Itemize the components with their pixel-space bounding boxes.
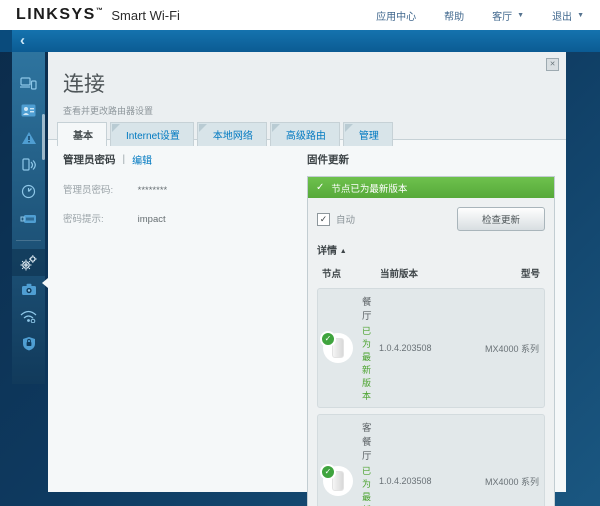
back-chevron-icon[interactable]: ‹ xyxy=(20,31,25,51)
top-header: LINKSYS™ Smart Wi-Fi 应用中心 帮助 客厅 ▼ 退出 ▼ xyxy=(0,0,600,30)
band-corner xyxy=(0,30,12,52)
settings-panel: ✕ 连接 查看并更改路由器设置 基本 Internet设置 本地网络 高级路由 … xyxy=(42,52,566,506)
firmware-heading: 固件更新 xyxy=(307,154,349,166)
node-version: 1.0.4.203508 xyxy=(379,343,432,353)
tab-local-network[interactable]: 本地网络 xyxy=(196,122,267,146)
sidebar-item-external-storage[interactable] xyxy=(12,205,45,232)
tab-advanced-routing[interactable]: 高级路由 xyxy=(269,122,340,146)
chevron-up-icon: ▲ xyxy=(339,248,347,255)
tab-bar: 基本 Internet设置 本地网络 高级路由 管理 xyxy=(57,122,396,146)
guest-access-icon xyxy=(21,157,36,172)
header-nav: 应用中心 帮助 客厅 ▼ 退出 ▼ xyxy=(376,8,584,23)
node-model: MX4000 系列 xyxy=(484,343,539,354)
col-model: 型号 xyxy=(520,269,540,280)
sidebar-item-wireless[interactable] xyxy=(12,303,45,330)
tab-administration[interactable]: 管理 xyxy=(342,122,393,146)
sidebar-item-speed-test[interactable] xyxy=(12,178,45,205)
node-thumbnail: ✓ xyxy=(320,331,353,363)
auto-update-checkbox[interactable]: ✓ xyxy=(317,212,330,226)
firmware-status-text: 节点已为最新版本 xyxy=(331,183,408,195)
firmware-status-banner: ✓ 节点已为最新版本 xyxy=(308,177,554,198)
check-icon: ✓ xyxy=(316,182,325,193)
devices-icon xyxy=(20,76,37,91)
col-version: 当前版本 xyxy=(380,269,419,280)
sidebar xyxy=(12,52,45,384)
page-title: 连接 xyxy=(63,73,105,96)
sidebar-item-guest-access[interactable] xyxy=(12,151,45,178)
node-status: 已为最新版本 xyxy=(362,466,372,506)
sidebar-item-devices[interactable] xyxy=(12,70,45,97)
firmware-box: ✓ 节点已为最新版本 ✓ 自动 检查更新 详情 ▲ 节点 当前版本 型号 ✓ 餐… xyxy=(307,176,555,506)
nav-network-selector[interactable]: 客厅 ▼ xyxy=(492,8,524,23)
node-table-header: 节点 当前版本 型号 xyxy=(317,264,545,282)
sidebar-divider xyxy=(16,240,41,241)
tab-basic[interactable]: 基本 xyxy=(57,122,107,146)
app-root: LINKSYS™ Smart Wi-Fi 应用中心 帮助 客厅▼ 退出▼ ‹ xyxy=(0,0,600,506)
password-hint-row: 密码提示: impact xyxy=(63,211,307,225)
chevron-down-icon: ▼ xyxy=(577,11,584,19)
panel-header: 连接 查看并更改路由器设置 xyxy=(48,52,566,117)
chevron-down-icon: ▼ xyxy=(517,11,525,19)
node-model: MX4000 系列 xyxy=(484,476,539,487)
table-row: ✓ 餐厅已为最新版本 1.0.4.203508 MX4000 系列 xyxy=(317,288,545,408)
node-thumbnail: ✓ xyxy=(320,464,353,496)
linksys-logo: LINKSYS™ xyxy=(16,6,105,23)
parental-controls-icon xyxy=(21,104,36,117)
sub-header-band: ‹ xyxy=(0,30,600,52)
node-status: 已为最新版本 xyxy=(362,326,372,401)
nav-help[interactable]: 帮助 xyxy=(444,8,464,23)
node-name: 客餐厅 xyxy=(362,423,372,462)
password-hint-label: 密码提示: xyxy=(63,214,104,225)
speed-test-icon xyxy=(21,184,36,199)
tab-content: 管理员密码 | 编辑 管理员密码: ******** 密码提示: impact … xyxy=(48,139,566,506)
up-to-date-badge-icon: ✓ xyxy=(320,464,336,480)
heading-separator: | xyxy=(122,154,126,165)
table-row: ✓ 客餐厅已为最新版本 1.0.4.203508 MX4000 系列 xyxy=(317,414,545,506)
password-hint-value: impact xyxy=(137,214,166,225)
nav-app-center[interactable]: 应用中心 xyxy=(376,8,416,23)
right-column: 固件更新 ✓ 节点已为最新版本 ✓ 自动 检查更新 详情 ▲ 节点 当前版本 型… xyxy=(307,152,555,506)
up-to-date-badge-icon: ✓ xyxy=(320,331,336,347)
sidebar-item-parental-controls[interactable] xyxy=(12,97,45,124)
sidebar-item-settings[interactable] xyxy=(12,249,45,276)
nav-logout[interactable]: 退出 ▼ xyxy=(552,8,584,23)
col-node: 节点 xyxy=(322,269,342,280)
edit-link[interactable]: 编辑 xyxy=(132,152,152,167)
admin-password-row: 管理员密码: ******** xyxy=(63,182,307,196)
usb-storage-icon xyxy=(20,214,37,224)
sidebar-item-security[interactable] xyxy=(12,330,45,357)
tab-internet-settings[interactable]: Internet设置 xyxy=(110,122,194,146)
page-subtitle: 查看并更改路由器设置 xyxy=(63,106,154,116)
settings-gears-icon xyxy=(20,254,37,271)
auto-update-label: 自动 xyxy=(336,215,356,226)
node-version: 1.0.4.203508 xyxy=(379,476,432,486)
admin-password-label: 管理员密码: xyxy=(63,185,114,196)
admin-password-heading: 管理员密码 xyxy=(63,154,116,166)
sidebar-item-priority[interactable] xyxy=(12,124,45,151)
sidebar-item-troubleshooting[interactable] xyxy=(12,276,45,303)
close-icon[interactable]: ✕ xyxy=(546,58,559,71)
wifi-icon xyxy=(20,310,37,323)
product-name: Smart Wi-Fi xyxy=(111,7,180,23)
sidebar-scrollbar[interactable] xyxy=(42,114,45,160)
firmware-body: ✓ 自动 检查更新 详情 ▲ 节点 当前版本 型号 ✓ 餐厅 已为最新版本 1.… xyxy=(308,198,554,506)
node-name: 餐厅 xyxy=(362,297,372,322)
admin-password-section: 管理员密码 | 编辑 管理员密码: ******** 密码提示: impact xyxy=(63,152,307,492)
check-updates-button[interactable]: 检查更新 xyxy=(456,207,545,231)
warning-triangle-icon xyxy=(21,131,37,145)
security-shield-icon xyxy=(22,336,36,351)
admin-password-value: ******** xyxy=(137,185,168,196)
camera-icon xyxy=(21,283,37,296)
details-toggle[interactable]: 详情 ▲ xyxy=(317,242,545,257)
